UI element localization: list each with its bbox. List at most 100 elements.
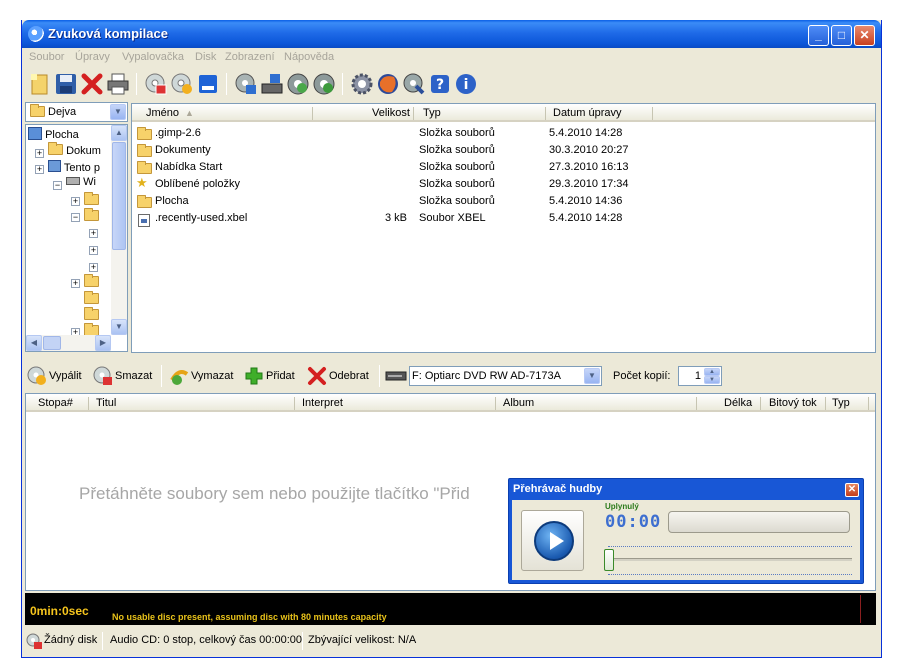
stepper-up-icon[interactable]: ▲ (704, 368, 720, 376)
column-title-header[interactable]: Titul (96, 397, 116, 409)
computer-icon (48, 160, 61, 172)
disc-tool-icon[interactable] (286, 72, 310, 96)
tree-horizontal-scrollbar[interactable]: ◀ ▶ (26, 335, 111, 351)
disc-tool2-icon[interactable] (312, 72, 336, 96)
help-icon[interactable]: ? (428, 72, 452, 96)
expand-icon[interactable]: + (89, 229, 98, 238)
file-row[interactable]: Nabídka Start Složka souborů 27.3.2010 1… (132, 159, 875, 176)
blue-square-icon[interactable] (196, 72, 220, 96)
tree-item-tento-pocitac[interactable]: Tento p (48, 160, 100, 176)
star-icon: ★ (136, 175, 148, 190)
file-list[interactable]: Jméno ▲ Velikost Typ Datum úpravy .gimp-… (131, 103, 876, 353)
drive-info-icon[interactable] (260, 72, 284, 96)
column-bitrate-header[interactable]: Bitový tok (769, 397, 817, 409)
scroll-thumb[interactable] (112, 142, 126, 250)
settings-gear-icon[interactable] (350, 72, 374, 96)
folder-tree[interactable]: Plocha + Dokum + Tento p − Wi + − + + + … (25, 124, 128, 352)
burn-button[interactable]: Vypálit (27, 366, 82, 386)
menu-zobrazeni[interactable]: Zobrazení (225, 51, 275, 63)
burn-disc-icon (27, 366, 46, 385)
file-row[interactable]: .recently-used.xbel 3 kB Soubor XBEL 5.4… (132, 210, 875, 227)
erase-disc-icon[interactable] (170, 72, 194, 96)
new-project-icon[interactable] (28, 72, 52, 96)
clear-button[interactable]: Vymazat (169, 366, 233, 386)
capacity-bar: 0min:0sec No usable disc present, assumi… (25, 593, 876, 625)
menu-napoveda[interactable]: Nápověda (284, 51, 334, 63)
seek-ticks-top (608, 546, 852, 548)
expand-icon[interactable]: + (35, 165, 44, 174)
menu-disk[interactable]: Disk (195, 51, 216, 63)
column-name-header[interactable]: Jméno (146, 107, 179, 119)
print-icon[interactable] (106, 72, 130, 96)
scroll-thumb[interactable] (43, 336, 61, 350)
tree-vertical-scrollbar[interactable]: ▲ ▼ (111, 125, 127, 335)
column-type-header[interactable]: Typ (832, 397, 850, 409)
folder-icon[interactable] (84, 291, 99, 304)
tree-item-windows[interactable]: Wi (66, 176, 96, 192)
folder-icon[interactable] (84, 274, 99, 287)
save-icon[interactable] (54, 72, 78, 96)
expand-icon[interactable]: + (71, 197, 80, 206)
scroll-left-icon[interactable]: ◀ (26, 335, 42, 351)
menu-bar: Soubor Úpravy Vypalovačka Disk Zobrazení… (22, 48, 881, 67)
menu-soubor[interactable]: Soubor (29, 51, 64, 63)
folder-icon[interactable] (84, 208, 99, 221)
expand-icon[interactable]: + (89, 263, 98, 272)
copies-stepper[interactable]: 1 ▲ ▼ (678, 366, 722, 386)
column-album-header[interactable]: Album (503, 397, 534, 409)
chevron-down-icon[interactable]: ▼ (584, 368, 600, 384)
maximize-button[interactable]: □ (831, 25, 852, 46)
chevron-down-icon[interactable]: ▼ (110, 104, 126, 120)
column-track-header[interactable]: Stopa# (38, 397, 73, 409)
expand-icon[interactable]: + (71, 279, 80, 288)
scroll-up-icon[interactable]: ▲ (111, 125, 127, 141)
expand-icon[interactable]: + (35, 149, 44, 158)
menu-upravy[interactable]: Úpravy (75, 51, 110, 63)
tree-item-label: Wi (83, 176, 96, 188)
scroll-down-icon[interactable]: ▼ (111, 319, 127, 335)
search-icon[interactable] (402, 72, 426, 96)
column-type-header[interactable]: Typ (423, 107, 441, 119)
minimize-button[interactable]: _ (808, 25, 829, 46)
close-button[interactable]: ✕ (854, 25, 875, 46)
file-row[interactable]: .gimp-2.6 Složka souborů 5.4.2010 14:28 (132, 125, 875, 142)
file-row[interactable]: Dokumenty Složka souborů 30.3.2010 20:27 (132, 142, 875, 159)
info-icon[interactable]: i (454, 72, 478, 96)
toolbar-separator (379, 365, 380, 387)
collapse-icon[interactable]: − (71, 213, 80, 222)
column-length-header[interactable]: Délka (724, 397, 752, 409)
location-combo[interactable]: Dejva ▼ (25, 102, 128, 122)
play-button[interactable] (521, 510, 584, 571)
app-icon (28, 26, 44, 42)
file-type: Soubor XBEL (419, 212, 486, 224)
firefox-icon[interactable] (376, 72, 400, 96)
player-close-button[interactable]: ✕ (845, 483, 859, 497)
column-date-header[interactable]: Datum úpravy (553, 107, 621, 119)
folder-icon[interactable] (84, 307, 99, 320)
column-artist-header[interactable]: Interpret (302, 397, 343, 409)
music-player-window[interactable]: Přehrávač hudby ✕ Uplynulý 00:00 (508, 478, 864, 584)
menu-vypalovacka[interactable]: Vypalovačka (122, 51, 184, 63)
tree-item-dokumenty[interactable]: Dokum (48, 142, 101, 160)
erase-button[interactable]: Smazat (93, 366, 152, 386)
file-row[interactable]: Plocha Složka souborů 5.4.2010 14:36 (132, 193, 875, 210)
title-bar[interactable]: Zvuková kompilace _ □ ✕ (22, 20, 881, 48)
column-size-header[interactable]: Velikost (372, 107, 410, 119)
add-button[interactable]: Přidat (244, 366, 295, 386)
seek-track[interactable] (608, 558, 852, 561)
remove-button[interactable]: Odebrat (307, 366, 369, 386)
stepper-down-icon[interactable]: ▼ (704, 376, 720, 384)
burn-label: Vypálit (49, 370, 82, 382)
file-row[interactable]: ★ Oblíbené položky Složka souborů 29.3.2… (132, 176, 875, 193)
delete-icon[interactable] (80, 72, 104, 96)
expand-icon[interactable]: + (89, 246, 98, 255)
burn-disc-icon[interactable] (144, 72, 168, 96)
copy-disc-icon[interactable] (234, 72, 258, 96)
collapse-icon[interactable]: − (53, 181, 62, 190)
drive-select[interactable]: F: Optiarc DVD RW AD-7173A ▼ (409, 366, 602, 386)
scroll-right-icon[interactable]: ▶ (95, 335, 111, 351)
seek-slider-thumb[interactable] (604, 549, 614, 571)
tree-item-plocha[interactable]: Plocha (28, 127, 79, 143)
folder-icon[interactable] (84, 192, 99, 205)
no-disc-icon (26, 633, 42, 649)
